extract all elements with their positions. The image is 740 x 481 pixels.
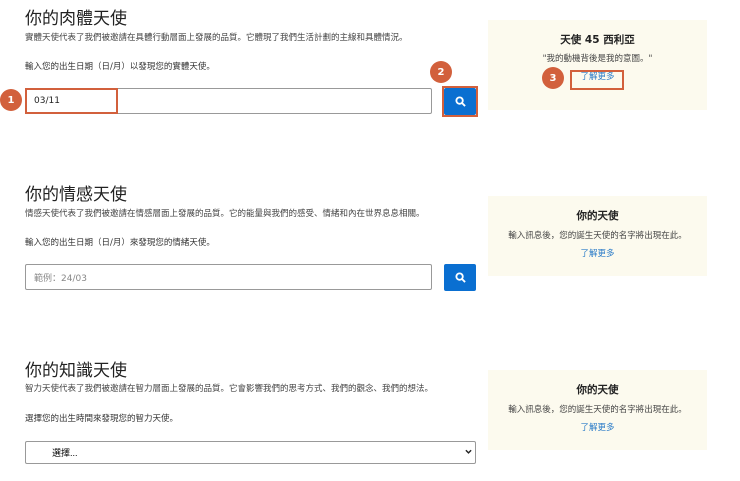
emotional-angel-card: 你的天使 輸入訊息後，您的誕生天使的名字將出現在此。 了解更多: [488, 196, 707, 276]
intellectual-angel-prompt: 選擇您的出生時間來發現您的智力天使。: [25, 414, 179, 424]
chevron-down-icon: [465, 449, 472, 454]
intellectual-angel-desc: 智力天使代表了我們被邀請在智力層面上發展的品質。它會影響我們的思考方式、我們的觀…: [25, 384, 434, 394]
emotional-date-input[interactable]: 範例：24/03: [25, 264, 432, 290]
physical-angel-card: 天使 45 西利亞 "我的動機背後是我的意圖。" 了解更多: [488, 20, 707, 110]
emotional-angel-desc: 情感天使代表了我們被邀請在情感層面上發展的品質。它的能量與我們的感受、情緒和內在…: [25, 209, 425, 219]
emotional-angel-prompt: 輸入您的出生日期（日/月）來發現您的情緒天使。: [25, 238, 215, 248]
search-icon: [454, 272, 466, 283]
annotation-badge-1: 1: [0, 89, 22, 111]
intellectual-angel-card: 你的天使 輸入訊息後，您的誕生天使的名字將出現在此。 了解更多: [488, 370, 707, 450]
card-text: 輸入訊息後，您的誕生天使的名字將出現在此。: [508, 405, 687, 415]
birth-time-select[interactable]: 選擇...: [25, 441, 476, 464]
annotation-box-3: [570, 70, 624, 90]
learn-more-link[interactable]: 了解更多: [580, 247, 614, 259]
physical-angel-title: 你的肉體天使: [25, 9, 127, 29]
card-title: 你的天使: [576, 210, 619, 222]
emotional-search-button[interactable]: [444, 264, 476, 291]
annotation-badge-3: 3: [542, 67, 564, 89]
annotation-badge-2: 2: [430, 61, 452, 83]
input-placeholder: 範例：24/03: [34, 273, 87, 284]
intellectual-angel-title: 你的知識天使: [25, 361, 127, 381]
emotional-angel-title: 你的情感天使: [25, 185, 127, 205]
angel-name: 天使 45 西利亞: [560, 34, 635, 46]
physical-angel-prompt: 輸入您的出生日期（日/月）以發現您的實體天使。: [25, 62, 215, 72]
card-title: 你的天使: [576, 384, 619, 396]
physical-angel-desc: 實體天使代表了我們被邀請在具體行動層面上發展的品質。它體現了我們生活計劃的主線和…: [25, 33, 408, 43]
annotation-box-1: [25, 88, 118, 114]
annotation-box-2: [442, 86, 478, 117]
angel-quote: "我的動機背後是我的意圖。": [542, 54, 653, 64]
card-text: 輸入訊息後，您的誕生天使的名字將出現在此。: [508, 231, 687, 241]
learn-more-link[interactable]: 了解更多: [580, 421, 614, 433]
